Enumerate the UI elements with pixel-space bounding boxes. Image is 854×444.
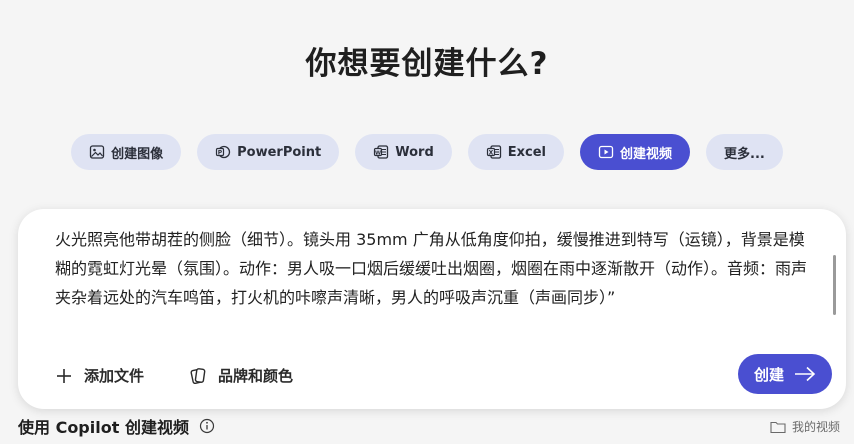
chip-label: Excel <box>507 144 547 160</box>
chip-create-image[interactable]: 创建图像 <box>71 134 182 170</box>
create-label: 创建 <box>753 365 784 384</box>
powerpoint-icon: P <box>216 145 231 159</box>
brand-kit-icon <box>190 367 206 384</box>
svg-text:X: X <box>488 149 493 156</box>
chip-create-video[interactable]: 创建视频 <box>580 134 691 170</box>
chip-powerpoint[interactable]: P PowerPoint <box>197 134 340 170</box>
image-icon <box>89 145 105 159</box>
video-icon <box>598 145 614 159</box>
svg-text:W: W <box>375 150 381 156</box>
plus-icon <box>57 368 71 383</box>
chip-word[interactable]: W Word <box>355 134 452 170</box>
create-type-chips: 创建图像 P PowerPoint W Word X Excel 创建视频 更多… <box>0 134 854 170</box>
arrow-right-icon <box>795 366 816 382</box>
my-videos-label: 我的视频 <box>791 420 840 434</box>
chip-label: 更多... <box>724 146 765 162</box>
section-heading-label: 使用 Copilot 创建视频 <box>18 418 189 437</box>
info-icon[interactable] <box>199 418 215 434</box>
chip-label: 创建视频 <box>620 146 673 162</box>
svg-text:P: P <box>218 149 223 156</box>
chip-label: PowerPoint <box>237 144 322 160</box>
folder-icon <box>770 421 786 433</box>
word-icon: W <box>374 145 389 159</box>
brand-colors-label: 品牌和颜色 <box>218 367 294 385</box>
section-heading: 使用 Copilot 创建视频 <box>18 414 215 438</box>
chip-more[interactable]: 更多... <box>706 134 783 170</box>
prompt-card: 火光照亮他带胡茬的侧脸（细节）。镜头用 35mm 广角从低角度仰拍，缓慢推进到特… <box>18 209 846 409</box>
add-file-label: 添加文件 <box>84 367 145 385</box>
chip-label: 创建图像 <box>111 146 164 162</box>
brand-colors-button[interactable]: 品牌和颜色 <box>188 365 293 386</box>
my-videos-link[interactable]: 我的视频 <box>770 418 840 435</box>
create-button[interactable]: 创建 <box>738 354 832 394</box>
excel-icon: X <box>486 145 501 159</box>
prompt-scrollbar[interactable] <box>833 255 836 315</box>
chip-excel[interactable]: X Excel <box>467 134 565 170</box>
page-title: 你想要创建什么? <box>305 46 549 82</box>
add-file-button[interactable]: 添加文件 <box>54 365 144 386</box>
prompt-input[interactable]: 火光照亮他带胡茬的侧脸（细节）。镜头用 35mm 广角从低角度仰拍，缓慢推进到特… <box>55 225 817 341</box>
chip-label: Word <box>395 144 434 160</box>
